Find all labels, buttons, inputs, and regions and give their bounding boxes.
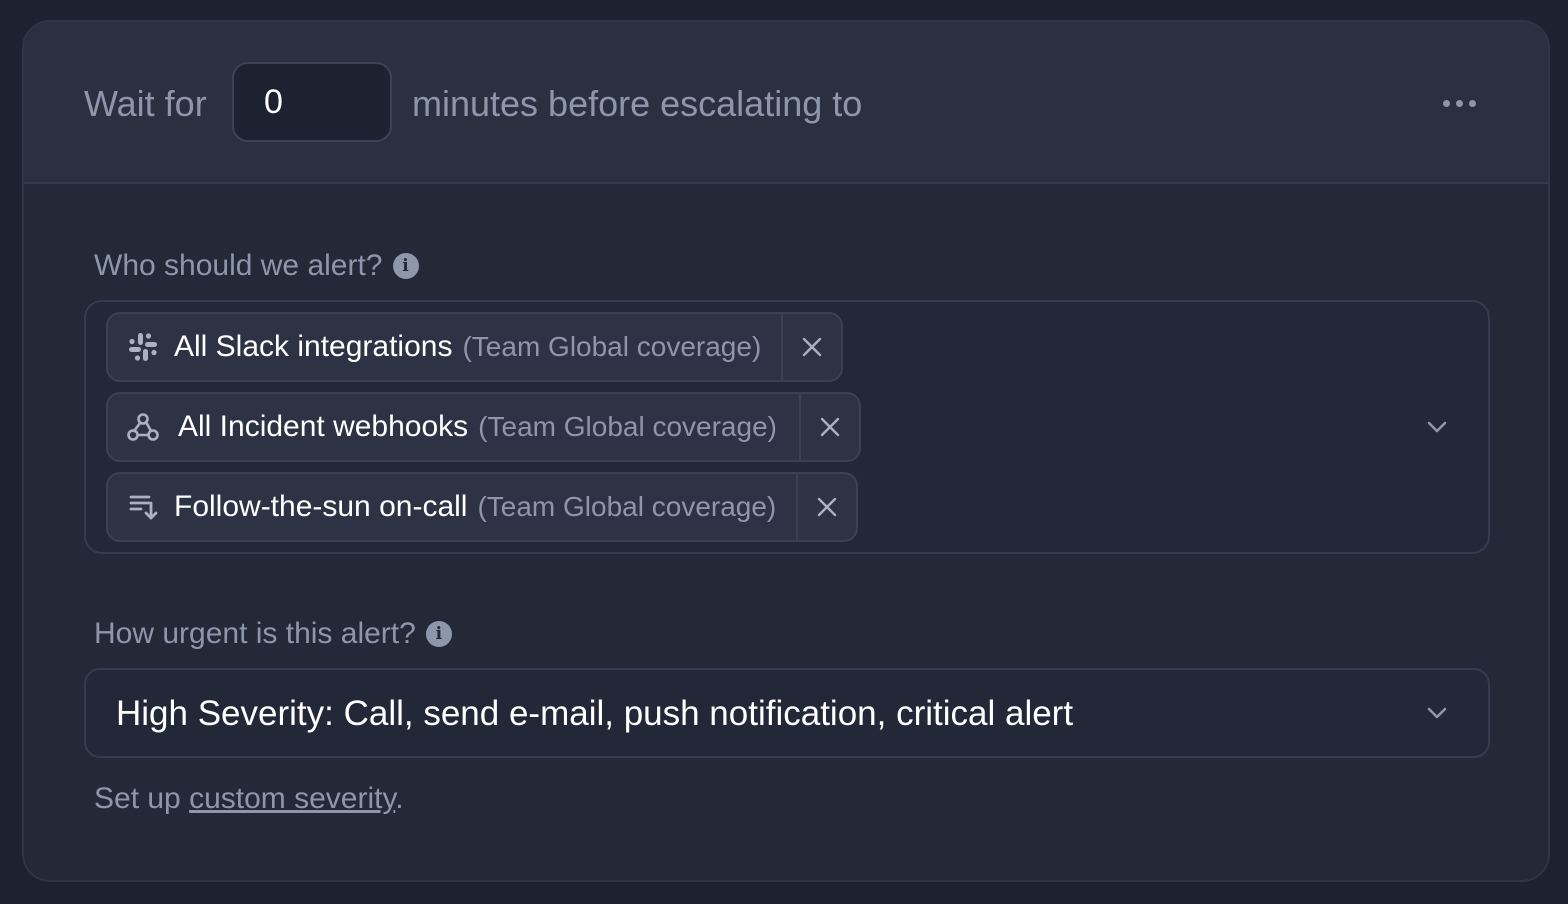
target-chip-coverage: (Team Global coverage): [477, 491, 777, 522]
close-icon: [803, 337, 822, 357]
remove-target-button[interactable]: [798, 474, 856, 540]
custom-severity-link[interactable]: custom severity: [189, 782, 395, 815]
more-horizontal-icon: [1442, 99, 1450, 107]
slack-icon: [126, 330, 160, 364]
target-chip-name: Follow-the-sun on-call: [174, 490, 468, 523]
severity-selected-value: High Severity: Call, send e-mail, push n…: [116, 694, 1074, 733]
close-icon: [820, 417, 840, 437]
target-chip-webhooks: All Incident webhooks (Team Global cover…: [106, 392, 861, 462]
info-icon[interactable]: i: [392, 253, 419, 279]
alert-targets-select[interactable]: All Slack integrations (Team Global cove…: [84, 300, 1490, 554]
wait-minutes-input[interactable]: [232, 62, 392, 142]
schedule-icon: [126, 490, 160, 524]
target-chip-name: All Incident webhooks: [178, 410, 469, 443]
target-chip-slack: All Slack integrations (Team Global cove…: [106, 312, 844, 382]
chevron-down-icon[interactable]: [1426, 416, 1448, 438]
wait-prefix-label: Wait for: [84, 83, 207, 124]
target-chip-coverage: (Team Global coverage): [478, 411, 777, 442]
urgency-label: How urgent is this alert? i: [94, 616, 452, 652]
webhook-icon: [126, 410, 160, 444]
wait-suffix-label: minutes before escalating to: [412, 83, 863, 124]
target-chip-name: All Slack integrations: [174, 330, 453, 363]
severity-select[interactable]: High Severity: Call, send e-mail, push n…: [84, 668, 1490, 758]
close-icon: [818, 497, 837, 517]
who-to-alert-label: Who should we alert? i: [94, 248, 419, 284]
remove-target-button[interactable]: [801, 394, 859, 460]
target-chip-coverage: (Team Global coverage): [462, 331, 762, 362]
more-options-button[interactable]: [1424, 84, 1494, 122]
chevron-down-icon: [1426, 702, 1448, 724]
target-chip-oncall: Follow-the-sun on-call (Team Global cove…: [106, 472, 859, 542]
custom-severity-note: Set up custom severity.: [94, 782, 404, 815]
remove-target-button[interactable]: [783, 314, 841, 380]
escalation-step-card: Wait for minutes before escalating to Wh…: [22, 20, 1550, 882]
escalation-step-header: Wait for minutes before escalating to: [24, 22, 1548, 184]
info-icon[interactable]: i: [425, 621, 452, 647]
